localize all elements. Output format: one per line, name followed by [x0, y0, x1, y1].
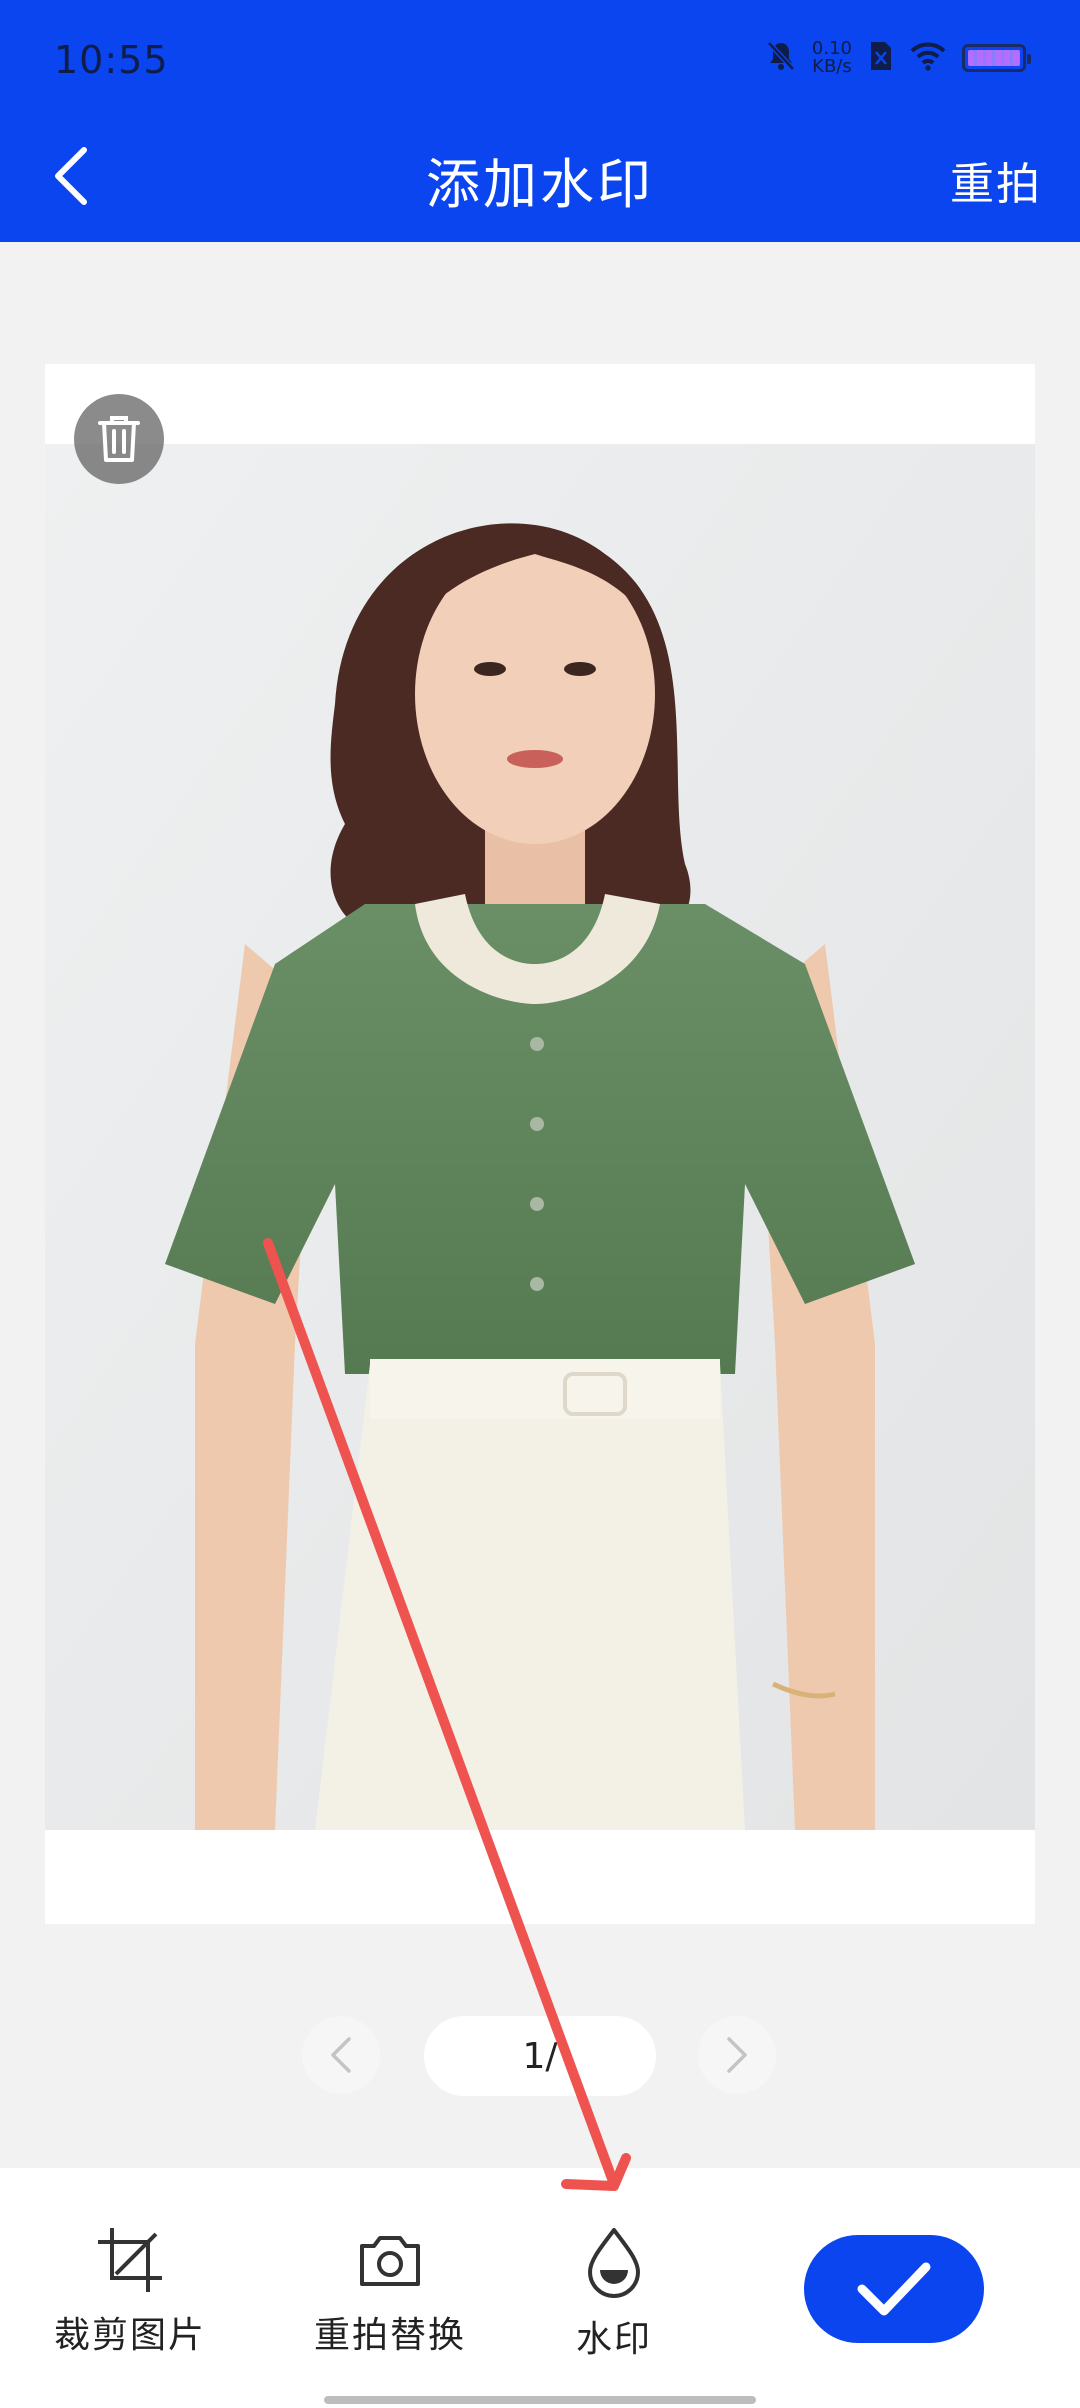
top-app-bar: 10:55 0.10 KB/s 添加水印 重拍 — [0, 0, 1080, 242]
status-time: 10:55 — [54, 38, 169, 82]
retake-button[interactable]: 重拍 — [950, 148, 1042, 212]
chevron-left-icon — [331, 2037, 351, 2073]
watermark-label: 水印 — [575, 2319, 652, 2360]
net-speed-unit: KB/s — [812, 56, 852, 77]
product-photo — [45, 444, 1035, 1830]
page-counter: 1/ — [424, 2016, 656, 2096]
crop-icon — [98, 2228, 162, 2292]
confirm-button[interactable] — [804, 2235, 984, 2343]
trash-icon — [98, 416, 140, 462]
camera-icon — [360, 2236, 420, 2286]
next-page-button[interactable] — [698, 2016, 776, 2094]
previous-page-button[interactable] — [302, 2016, 380, 2094]
chevron-right-icon — [727, 2037, 747, 2073]
crop-image-button[interactable]: 裁剪图片 — [40, 2226, 220, 2358]
battery-level — [968, 50, 1020, 66]
home-indicator — [324, 2396, 756, 2404]
bottom-toolbar: 裁剪图片 重拍替换 水印 — [0, 2168, 1080, 2408]
sim-card-icon — [868, 40, 894, 76]
status-icons: 0.10 KB/s — [766, 40, 1031, 76]
battery-icon — [962, 44, 1031, 72]
wifi-icon — [910, 41, 946, 75]
water-drop-icon — [588, 2228, 640, 2298]
delete-photo-button[interactable] — [74, 394, 164, 484]
retake-replace-button[interactable]: 重拍替换 — [300, 2226, 480, 2358]
network-speed: 0.10 KB/s — [812, 40, 852, 76]
page-title: 添加水印 — [426, 153, 654, 216]
retake-replace-label: 重拍替换 — [313, 2315, 466, 2356]
crop-image-label: 裁剪图片 — [53, 2315, 206, 2356]
watermark-button[interactable]: 水印 — [524, 2226, 704, 2362]
photo-card — [45, 364, 1035, 1924]
checkmark-icon — [857, 2262, 931, 2316]
mute-bell-icon — [766, 40, 796, 76]
